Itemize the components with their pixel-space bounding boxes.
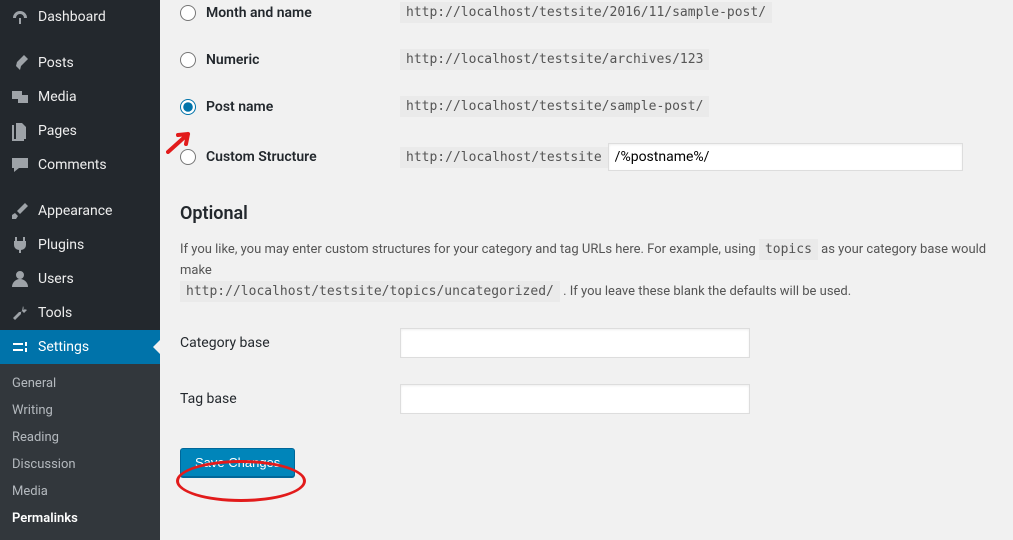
category-base-label: Category base [180, 335, 400, 351]
submenu-media[interactable]: Media [0, 478, 160, 505]
permalink-option-custom[interactable]: Custom Structure [180, 149, 400, 165]
annotation-circle [176, 460, 306, 502]
brush-icon [10, 201, 30, 221]
option-example: http://localhost/testsite/2016/11/sample… [400, 2, 772, 23]
sidebar-item-plugins[interactable]: Plugins [0, 228, 160, 262]
sidebar-item-comments[interactable]: Comments [0, 148, 160, 182]
radio-numeric[interactable] [180, 52, 196, 68]
option-label: Numeric [206, 52, 259, 68]
desc-code: http://localhost/testsite/topics/uncateg… [180, 281, 560, 302]
radio-post-name[interactable] [180, 99, 196, 115]
sidebar-item-label: Settings [38, 339, 89, 355]
tag-base-label: Tag base [180, 391, 400, 407]
sidebar-item-label: Users [38, 271, 74, 287]
submenu-reading[interactable]: Reading [0, 424, 160, 451]
submenu-general[interactable]: General [0, 370, 160, 397]
tools-icon [10, 303, 30, 323]
settings-submenu: General Writing Reading Discussion Media… [0, 364, 160, 540]
tag-base-input[interactable] [400, 384, 750, 414]
option-label: Post name [206, 99, 273, 115]
option-example: http://localhost/testsite/sample-post/ [400, 96, 709, 117]
option-label: Month and name [206, 5, 312, 21]
sidebar-item-settings[interactable]: Settings [0, 330, 160, 364]
comment-icon [10, 155, 30, 175]
sidebar-item-posts[interactable]: Posts [0, 46, 160, 80]
annotation-arrow-icon [166, 130, 196, 154]
sidebar-item-label: Media [38, 89, 77, 105]
plug-icon [10, 235, 30, 255]
optional-description: If you like, you may enter custom struct… [180, 240, 993, 302]
pin-icon [10, 53, 30, 73]
sidebar-item-label: Dashboard [38, 9, 106, 25]
main-content: Month and name http://localhost/testsite… [160, 0, 1013, 540]
category-base-input[interactable] [400, 328, 750, 358]
permalink-option-month-name[interactable]: Month and name [180, 5, 400, 21]
media-icon [10, 87, 30, 107]
submenu-writing[interactable]: Writing [0, 397, 160, 424]
sidebar-item-label: Posts [38, 55, 74, 71]
sidebar-item-label: Comments [38, 157, 107, 173]
radio-month-name[interactable] [180, 5, 196, 21]
sidebar-item-media[interactable]: Media [0, 80, 160, 114]
sidebar-item-label: Plugins [38, 237, 84, 253]
custom-base-url: http://localhost/testsite [400, 147, 608, 168]
optional-heading: Optional [180, 203, 993, 224]
sidebar-item-label: Pages [38, 123, 77, 139]
submenu-discussion[interactable]: Discussion [0, 451, 160, 478]
desc-text: If you like, you may enter custom struct… [180, 242, 759, 257]
option-example: http://localhost/testsite/archives/123 [400, 49, 709, 70]
option-label: Custom Structure [206, 149, 317, 165]
pages-icon [10, 121, 30, 141]
sidebar-item-tools[interactable]: Tools [0, 296, 160, 330]
sidebar-item-pages[interactable]: Pages [0, 114, 160, 148]
sidebar-item-appearance[interactable]: Appearance [0, 194, 160, 228]
permalink-option-numeric[interactable]: Numeric [180, 52, 400, 68]
desc-text: . If you leave these blank the defaults … [563, 284, 851, 299]
permalink-option-post-name[interactable]: Post name [180, 99, 400, 115]
dashboard-icon [10, 7, 30, 27]
user-icon [10, 269, 30, 289]
sidebar-item-label: Tools [38, 305, 72, 321]
sidebar-item-users[interactable]: Users [0, 262, 160, 296]
sidebar-item-dashboard[interactable]: Dashboard [0, 0, 160, 34]
sidebar-item-label: Appearance [38, 203, 112, 219]
desc-code: topics [759, 239, 818, 260]
settings-icon [10, 337, 30, 357]
admin-sidebar: Dashboard Posts Media Pages Comments App… [0, 0, 160, 540]
submenu-permalinks[interactable]: Permalinks [0, 505, 160, 532]
custom-structure-input[interactable] [608, 143, 963, 171]
